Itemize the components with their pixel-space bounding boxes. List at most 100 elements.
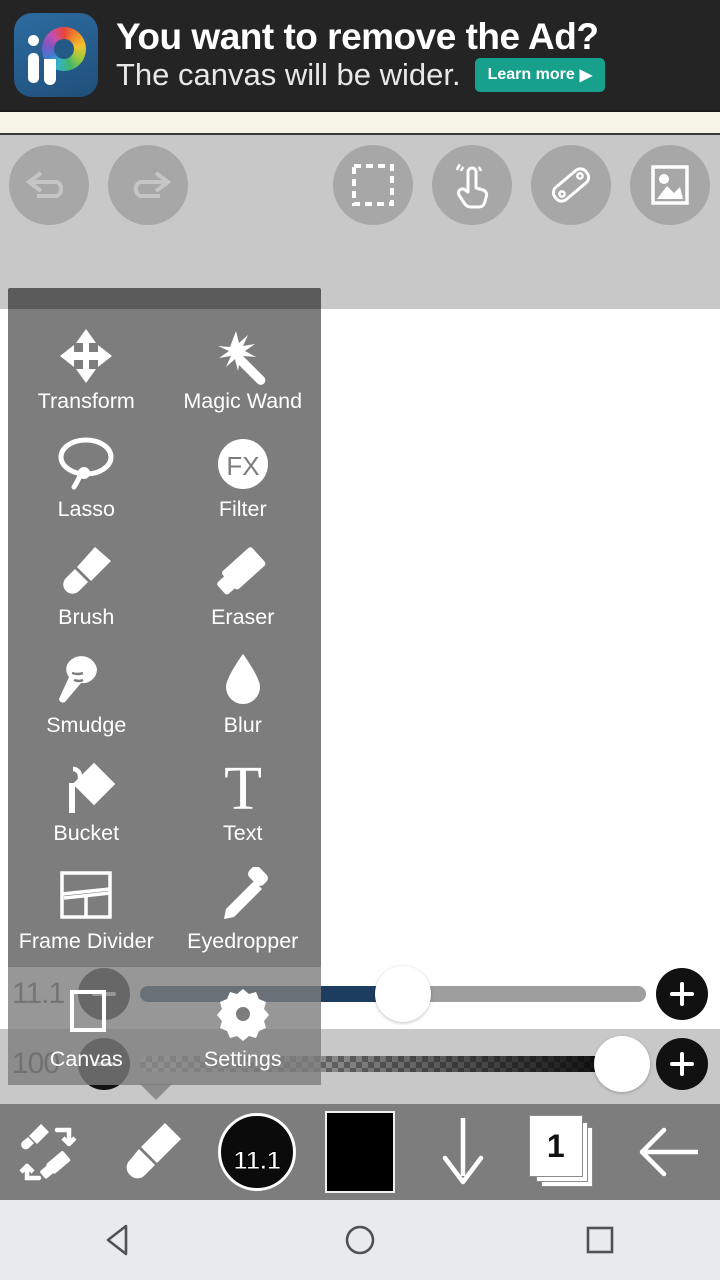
recents-square-icon — [586, 1226, 614, 1254]
smudge-finger-icon — [55, 649, 117, 711]
brush-icon — [55, 541, 117, 603]
undo-button[interactable] — [9, 145, 89, 225]
svg-text:FX: FX — [226, 451, 259, 481]
ruler-icon — [551, 167, 591, 203]
popup-tail — [140, 1084, 172, 1100]
tool-label: Smudge — [46, 713, 127, 737]
status-strip — [0, 112, 720, 135]
tool-item-frame-divider[interactable]: Frame Divider — [8, 859, 165, 967]
tool-label: Canvas — [49, 1047, 123, 1071]
back-arrow-icon — [639, 1127, 698, 1177]
tool-label: Blur — [223, 713, 262, 737]
brush-eraser-swap-icon — [19, 1124, 78, 1181]
down-arrow-icon — [442, 1118, 484, 1185]
logo-i-stem — [28, 53, 39, 83]
tool-item-filter[interactable]: FX Filter — [165, 427, 322, 535]
gear-icon — [212, 983, 274, 1045]
redo-icon — [133, 171, 172, 198]
ibis-paint-logo — [14, 13, 98, 97]
tool-item-brush[interactable]: Brush — [8, 535, 165, 643]
learn-more-label: Learn more — [487, 66, 575, 84]
ruler-button[interactable] — [531, 145, 611, 225]
eraser-icon — [212, 541, 274, 603]
home-circle-icon — [345, 1225, 375, 1255]
canvas-icon — [55, 983, 117, 1045]
photo-button[interactable] — [630, 145, 710, 225]
app-root: You want to remove the Ad? The canvas wi… — [0, 0, 720, 1280]
android-recents-button[interactable] — [550, 1200, 650, 1280]
bottom-toolbar: 11.1 1 — [0, 1104, 720, 1200]
tool-item-transform[interactable]: Transform — [8, 319, 165, 427]
tool-item-settings[interactable]: Settings — [165, 977, 322, 1085]
photo-icon — [651, 165, 689, 205]
brush-size-chip: 11.1 — [218, 1113, 297, 1191]
tool-menu-popup: Transform Magic Wand Lasso FX Filter Bru… — [8, 288, 321, 1100]
brush-icon — [126, 1123, 182, 1179]
tool-label: Lasso — [57, 497, 115, 521]
layer-count-label: 1 — [546, 1127, 565, 1164]
tool-label: Eraser — [211, 605, 275, 629]
gesture-button[interactable] — [432, 145, 512, 225]
brush-size-chip-label: 11.1 — [233, 1147, 281, 1176]
opacity-increase-button[interactable] — [656, 1038, 708, 1090]
selection-icon — [352, 164, 394, 206]
tools-toggle-button[interactable] — [411, 1104, 514, 1200]
tool-item-eraser[interactable]: Eraser — [165, 535, 322, 643]
tool-item-text[interactable]: T Text — [165, 751, 322, 859]
brush-eraser-swap-button[interactable] — [0, 1104, 103, 1200]
android-home-button[interactable] — [310, 1200, 410, 1280]
layers-button[interactable]: 1 — [514, 1104, 617, 1200]
text-serif-t-icon: T — [212, 757, 274, 819]
selection-button[interactable] — [333, 145, 413, 225]
tool-label: Text — [223, 821, 263, 845]
android-navigation-bar — [0, 1200, 720, 1280]
tool-item-eyedropper[interactable]: Eyedropper — [165, 859, 322, 967]
redo-button[interactable] — [108, 145, 188, 225]
brush-tool-button[interactable] — [103, 1104, 206, 1200]
top-toolbar — [0, 137, 720, 309]
brush-size-increase-button[interactable] — [656, 968, 708, 1020]
back-button[interactable] — [617, 1104, 720, 1200]
magic-wand-icon — [212, 325, 274, 387]
tool-menu-grid: Transform Magic Wand Lasso FX Filter Bru… — [8, 309, 321, 967]
tool-item-lasso[interactable]: Lasso — [8, 427, 165, 535]
learn-more-button[interactable]: Learn more ▶ — [474, 58, 606, 93]
lasso-icon — [55, 433, 117, 495]
undo-icon — [25, 171, 64, 198]
tool-label: Transform — [37, 389, 135, 413]
tool-menu-header — [8, 288, 321, 309]
android-back-button[interactable] — [70, 1200, 170, 1280]
tool-label: Frame Divider — [18, 929, 154, 953]
ad-headline: You want to remove the Ad? — [116, 15, 599, 57]
svg-text:T: T — [224, 759, 262, 817]
back-triangle-icon — [106, 1224, 128, 1256]
layer-stack-icon: 1 — [528, 1115, 603, 1189]
logo-p-stem — [44, 59, 56, 85]
frame-divider-icon — [55, 865, 117, 927]
tool-item-canvas[interactable]: Canvas — [8, 977, 165, 1085]
ad-banner[interactable]: You want to remove the Ad? The canvas wi… — [0, 0, 720, 112]
tool-item-bucket[interactable]: Bucket — [8, 751, 165, 859]
paint-bucket-icon — [55, 757, 117, 819]
tool-label: Bucket — [53, 821, 120, 845]
color-button[interactable] — [309, 1104, 412, 1200]
ad-subline: The canvas will be wider. — [116, 57, 461, 93]
move-arrows-icon — [55, 325, 117, 387]
tool-item-magic-wand[interactable]: Magic Wand — [165, 319, 322, 427]
tool-label: Magic Wand — [183, 389, 303, 413]
tool-label: Settings — [203, 1047, 282, 1071]
brush-size-button[interactable]: 11.1 — [206, 1104, 309, 1200]
tool-label: Brush — [58, 605, 115, 629]
opacity-thumb[interactable] — [594, 1036, 650, 1092]
tool-label: Filter — [218, 497, 267, 521]
ad-text-block: You want to remove the Ad? The canvas wi… — [98, 15, 720, 93]
color-swatch — [325, 1111, 395, 1193]
tool-item-blur[interactable]: Blur — [165, 643, 322, 751]
fx-filter-icon: FX — [212, 433, 274, 495]
tool-item-smudge[interactable]: Smudge — [8, 643, 165, 751]
tool-label: Eyedropper — [187, 929, 299, 953]
tool-menu-grid-bottom: Canvas Settings — [8, 967, 321, 1085]
chevron-right-icon: ▶ — [579, 67, 593, 85]
tap-finger-icon — [455, 163, 489, 209]
brush-size-thumb[interactable] — [375, 966, 432, 1022]
